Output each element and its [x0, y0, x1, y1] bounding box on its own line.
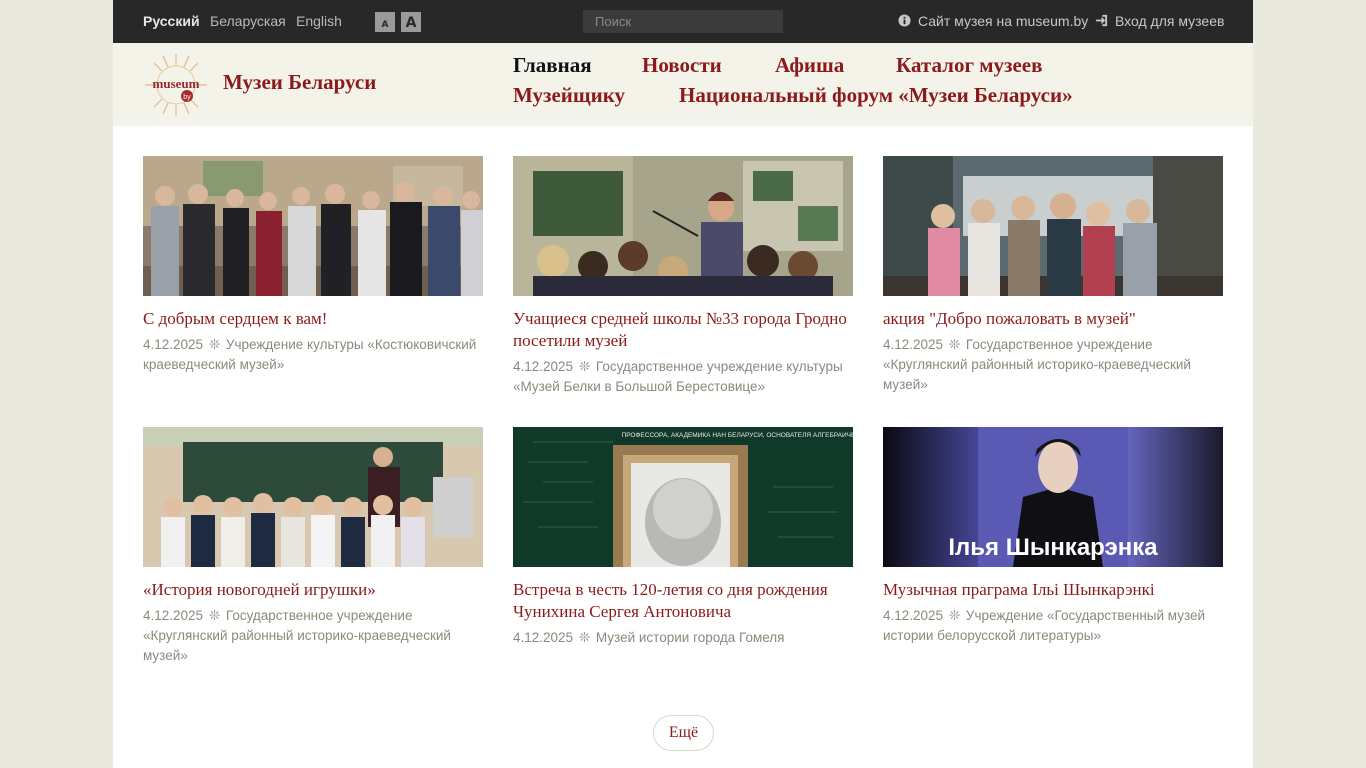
news-date: 4.12.2025 [883, 608, 944, 623]
news-organization: Музей истории города Гомеля [595, 630, 785, 645]
news-title[interactable]: Учащиеся средней школы №33 города Гродно… [513, 308, 853, 352]
museum-logo[interactable]: museum by [143, 52, 209, 118]
news-title[interactable]: акция "Добро пожаловать в музей" [883, 308, 1223, 330]
nav-events[interactable]: Афиша [775, 53, 844, 78]
news-photo[interactable]: Ілья Шынкарэнка [883, 427, 1223, 567]
lang-belarusian[interactable]: Беларуская [210, 13, 286, 29]
news-meta: 4.12.2025 ❊ Учреждение культуры «Костюко… [143, 335, 483, 375]
news-date: 4.12.2025 [143, 337, 204, 352]
news-card: ПРОФЕССОРА, АКАДЕМИКА НАН БЕЛАРУСИ, ОСНО… [513, 427, 853, 648]
lang-russian[interactable]: Русский [143, 13, 200, 29]
news-photo[interactable] [143, 427, 483, 567]
nav-news[interactable]: Новости [642, 53, 722, 78]
nav-national-forum[interactable]: Национальный форум «Музеи Беларуси» [679, 83, 1073, 108]
separator-icon: ❊ [948, 608, 961, 623]
news-meta: 4.12.2025 ❊ Учреждение «Государственный … [883, 606, 1223, 646]
news-card: акция "Добро пожаловать в музей" 4.12.20… [883, 156, 1223, 395]
svg-text:ПРОФЕССОРА, АКАДЕМИКА НАН БЕЛА: ПРОФЕССОРА, АКАДЕМИКА НАН БЕЛАРУСИ, ОСНО… [622, 430, 853, 439]
svg-text:Ілья Шынкарэнка: Ілья Шынкарэнка [948, 534, 1158, 561]
news-card: С добрым сердцем к вам! 4.12.2025 ❊ Учре… [143, 156, 483, 375]
news-date: 4.12.2025 [513, 359, 574, 374]
sign-in-icon [1095, 14, 1108, 27]
news-date: 4.12.2025 [143, 608, 204, 623]
site-header: museum by Музеи Беларуси Главная Новости… [113, 43, 1253, 126]
top-bar: Русский Беларуская English A A Сайт музе… [113, 0, 1253, 43]
news-title[interactable]: «История новогодней игрушки» [143, 579, 483, 601]
museum-site-link[interactable]: Сайт музея на museum.by [898, 13, 1088, 29]
news-photo[interactable] [143, 156, 483, 296]
news-meta: 4.12.2025 ❊ Музей истории города Гомеля [513, 628, 853, 648]
info-icon [898, 14, 911, 27]
svg-text:by: by [183, 94, 191, 101]
separator-icon: ❊ [578, 630, 591, 645]
separator-icon: ❊ [578, 359, 591, 374]
news-title[interactable]: С добрым сердцем к вам! [143, 308, 483, 330]
separator-icon: ❊ [208, 608, 221, 623]
nav-for-museum-staff[interactable]: Музейщику [513, 83, 625, 108]
search-input[interactable] [583, 10, 783, 33]
news-meta: 4.12.2025 ❊ Государственное учреждение «… [143, 606, 483, 666]
news-photo[interactable] [883, 156, 1223, 296]
news-date: 4.12.2025 [513, 630, 574, 645]
svg-text:museum: museum [153, 76, 200, 91]
separator-icon: ❊ [208, 337, 221, 352]
news-card: Ілья Шынкарэнка Музычная праграма Ільі Ш… [883, 427, 1223, 646]
lang-english[interactable]: English [296, 13, 342, 29]
museum-login-link[interactable]: Вход для музеев [1095, 13, 1224, 29]
news-title[interactable]: Встреча в честь 120-летия со дня рождени… [513, 579, 853, 623]
news-meta: 4.12.2025 ❊ Государственное учреждение «… [883, 335, 1223, 395]
font-decrease-button[interactable]: A [375, 12, 395, 32]
nav-museum-catalog[interactable]: Каталог музеев [896, 53, 1042, 78]
site-name[interactable]: Музеи Беларуси [223, 70, 376, 95]
font-increase-button[interactable]: A [401, 12, 421, 32]
news-photo[interactable] [513, 156, 853, 296]
news-meta: 4.12.2025 ❊ Государственное учреждение к… [513, 357, 853, 397]
page-container: Русский Беларуская English A A Сайт музе… [113, 0, 1253, 768]
news-photo[interactable]: ПРОФЕССОРА, АКАДЕМИКА НАН БЕЛАРУСИ, ОСНО… [513, 427, 853, 567]
news-card: «История новогодней игрушки» 4.12.2025 ❊… [143, 427, 483, 666]
news-date: 4.12.2025 [883, 337, 944, 352]
news-card: Учащиеся средней школы №33 города Гродно… [513, 156, 853, 397]
separator-icon: ❊ [948, 337, 961, 352]
load-more-button[interactable]: Ещё [653, 715, 714, 751]
news-title[interactable]: Музычная праграма Ільі Шынкарэнкі [883, 579, 1223, 601]
nav-home[interactable]: Главная [513, 53, 592, 78]
